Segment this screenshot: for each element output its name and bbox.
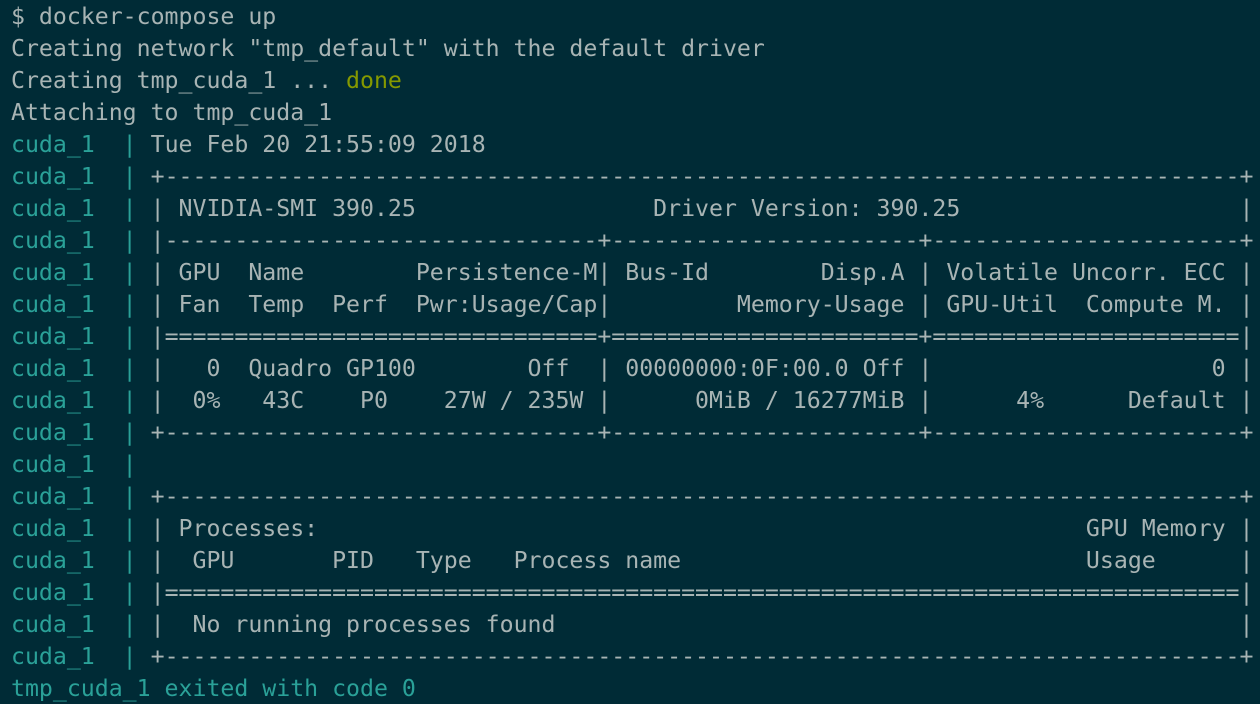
log-line: cuda_1 | bbox=[11, 449, 1260, 481]
log-text: | GPU PID Type Process name Usage | bbox=[150, 547, 1254, 574]
container-prefix: cuda_1 | bbox=[11, 131, 151, 158]
log-line: cuda_1 | | Processes: GPU Memory | bbox=[11, 513, 1260, 545]
log-text: | No running processes found | bbox=[150, 611, 1254, 638]
container-prefix: cuda_1 | bbox=[11, 515, 151, 542]
exit-line: tmp_cuda_1 exited with code 0 bbox=[11, 675, 416, 702]
log-text: | NVIDIA-SMI 390.25 Driver Version: 390.… bbox=[150, 195, 1254, 222]
container-prefix: cuda_1 | bbox=[11, 355, 151, 382]
log-text: | 0 Quadro GP100 Off | 00000000:0F:00.0 … bbox=[150, 355, 1254, 382]
log-text: | Processes: GPU Memory | bbox=[150, 515, 1254, 542]
container-prefix: cuda_1 | bbox=[11, 387, 151, 414]
status-line-container: Creating tmp_cuda_1 ... done bbox=[11, 65, 1260, 97]
container-prefix: cuda_1 | bbox=[11, 643, 151, 670]
log-text: | GPU Name Persistence-M| Bus-Id Disp.A … bbox=[150, 259, 1254, 286]
log-text: |===============================+=======… bbox=[150, 323, 1254, 350]
container-prefix: cuda_1 | bbox=[11, 579, 151, 606]
container-log: cuda_1 | Tue Feb 20 21:55:09 2018 cuda_1 … bbox=[11, 129, 1260, 673]
log-line: cuda_1 | Tue Feb 20 21:55:09 2018 bbox=[11, 129, 1260, 161]
log-line: cuda_1 | +------------------------------… bbox=[11, 481, 1260, 513]
status-line-attach: Attaching to tmp_cuda_1 bbox=[11, 99, 333, 126]
container-prefix: cuda_1 | bbox=[11, 419, 151, 446]
terminal-window[interactable]: $ docker-compose up Creating network "tm… bbox=[0, 0, 1260, 704]
log-line: cuda_1 | |==============================… bbox=[11, 577, 1260, 609]
log-text: | Fan Temp Perf Pwr:Usage/Cap| Memory-Us… bbox=[150, 291, 1254, 318]
status-text: Creating tmp_cuda_1 ... bbox=[11, 67, 347, 94]
log-text: +---------------------------------------… bbox=[150, 483, 1254, 510]
container-prefix: cuda_1 | bbox=[11, 195, 151, 222]
log-text: +---------------------------------------… bbox=[150, 163, 1254, 190]
command-text: docker-compose up bbox=[38, 3, 277, 30]
log-text: +---------------------------------------… bbox=[150, 643, 1254, 670]
log-line: cuda_1 | |==============================… bbox=[11, 321, 1260, 353]
container-prefix: cuda_1 | bbox=[11, 323, 151, 350]
container-prefix: cuda_1 | bbox=[11, 547, 151, 574]
done-label: done bbox=[346, 67, 402, 94]
log-line: cuda_1 | +------------------------------… bbox=[11, 641, 1260, 673]
log-line: cuda_1 | +------------------------------… bbox=[11, 417, 1260, 449]
log-line: cuda_1 | | NVIDIA-SMI 390.25 Driver Vers… bbox=[11, 193, 1260, 225]
log-text: |-------------------------------+-------… bbox=[150, 227, 1254, 254]
container-prefix: cuda_1 | bbox=[11, 163, 151, 190]
container-prefix: cuda_1 | bbox=[11, 291, 151, 318]
container-prefix: cuda_1 | bbox=[11, 227, 151, 254]
container-prefix: cuda_1 | bbox=[11, 483, 151, 510]
container-prefix: cuda_1 | bbox=[11, 611, 151, 638]
command-line: $ docker-compose up bbox=[11, 1, 1260, 33]
log-line: cuda_1 | | GPU Name Persistence-M| Bus-I… bbox=[11, 257, 1260, 289]
container-prefix: cuda_1 | bbox=[11, 451, 151, 478]
log-line: cuda_1 | +------------------------------… bbox=[11, 161, 1260, 193]
log-line: cuda_1 | |------------------------------… bbox=[11, 225, 1260, 257]
container-prefix: cuda_1 | bbox=[11, 259, 151, 286]
log-text: +-------------------------------+-------… bbox=[150, 419, 1254, 446]
log-line: cuda_1 | | Fan Temp Perf Pwr:Usage/Cap| … bbox=[11, 289, 1260, 321]
shell-prompt: $ bbox=[11, 3, 39, 30]
log-text: Tue Feb 20 21:55:09 2018 bbox=[150, 131, 486, 158]
status-line-network: Creating network "tmp_default" with the … bbox=[11, 35, 765, 62]
log-line: cuda_1 | | No running processes found | bbox=[11, 609, 1260, 641]
log-text: | 0% 43C P0 27W / 235W | 0MiB / 16277MiB… bbox=[150, 387, 1254, 414]
log-line: cuda_1 | | 0% 43C P0 27W / 235W | 0MiB /… bbox=[11, 385, 1260, 417]
log-text: |=======================================… bbox=[150, 579, 1254, 606]
log-line: cuda_1 | | GPU PID Type Process name Usa… bbox=[11, 545, 1260, 577]
log-line: cuda_1 | | 0 Quadro GP100 Off | 00000000… bbox=[11, 353, 1260, 385]
